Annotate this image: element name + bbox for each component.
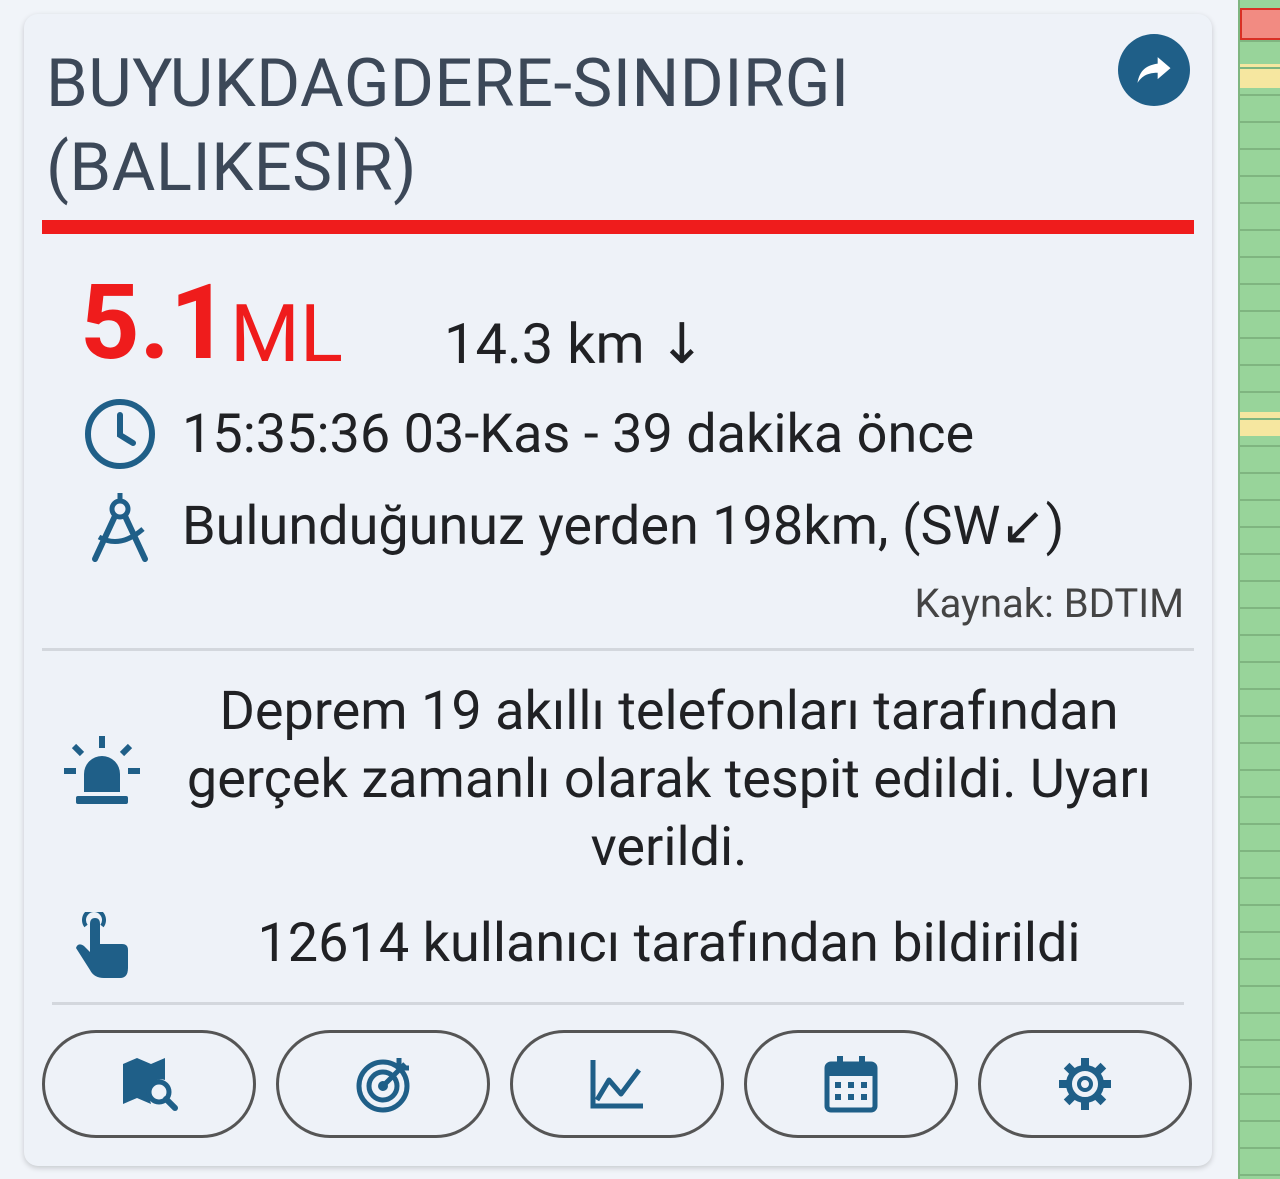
settings-button[interactable]	[978, 1030, 1192, 1138]
scroll-separator	[1240, 202, 1280, 204]
share-arrow-icon	[1137, 57, 1171, 83]
compass-icon	[82, 488, 158, 564]
scroll-separator	[1240, 229, 1280, 231]
siren-icon	[62, 732, 142, 812]
scroll-separator	[1240, 661, 1280, 663]
scroll-separator	[1240, 850, 1280, 852]
scroll-separator	[1240, 1093, 1280, 1095]
event-title: BUYUKDAGDERE-SINDIRGI (BALIKESIR)	[46, 45, 850, 207]
scroll-separator	[1240, 40, 1280, 42]
scroll-separator	[1240, 904, 1280, 906]
target-button[interactable]	[276, 1030, 490, 1138]
earthquake-card: BUYUKDAGDERE-SINDIRGI (BALIKESIR) 5.1 ML…	[24, 14, 1212, 1166]
scroll-separator	[1240, 175, 1280, 177]
scroll-separator	[1240, 1012, 1280, 1014]
scroll-separator	[1240, 418, 1280, 420]
scroll-separator	[1240, 391, 1280, 393]
scroll-separator	[1240, 634, 1280, 636]
scroll-separator	[1240, 823, 1280, 825]
scroll-separator	[1240, 1147, 1280, 1149]
scroll-separator	[1240, 715, 1280, 717]
magnitude-color-bar	[42, 220, 1194, 234]
scroll-separator	[1240, 148, 1280, 150]
distance-row: Bulunduğunuz yerden 198km, (SW↙)	[82, 486, 1064, 566]
target-icon	[356, 1058, 410, 1113]
scroll-separator	[1240, 877, 1280, 879]
scroll-separator	[1240, 310, 1280, 312]
share-button[interactable]	[1118, 34, 1190, 106]
scroll-separator	[1240, 688, 1280, 690]
calendar-icon	[824, 1056, 878, 1113]
detection-message: Deprem 19 akıllı telefonları tarafından …	[186, 680, 1152, 879]
scroll-separator	[1240, 958, 1280, 960]
scroll-separator	[1240, 985, 1280, 987]
chart-line-icon	[590, 1060, 643, 1109]
scroll-separator	[1240, 931, 1280, 933]
magnitude-value: 5.1	[80, 263, 230, 384]
action-bar	[42, 1030, 1194, 1142]
scroll-separator	[1240, 742, 1280, 744]
time-row: 15:35:36 03-Kas - 39 dakika önce	[82, 394, 974, 474]
scroll-separator	[1240, 796, 1280, 798]
scroll-separator	[1240, 1039, 1280, 1041]
timeline-scrollbar[interactable]	[1238, 0, 1280, 1179]
scroll-separator	[1240, 256, 1280, 258]
scroll-separator	[1240, 121, 1280, 123]
scroll-separator	[1240, 337, 1280, 339]
scroll-separator	[1240, 1174, 1280, 1176]
scroll-separator	[1240, 94, 1280, 96]
clock-icon	[82, 396, 158, 472]
scroll-marker-current	[1240, 8, 1280, 40]
scroll-separator	[1240, 553, 1280, 555]
source-label: Kaynak: BDTIM	[914, 580, 1184, 627]
gear-icon	[1059, 1058, 1111, 1110]
scroll-separator	[1240, 1066, 1280, 1068]
scroll-separator	[1240, 472, 1280, 474]
event-distance: Bulunduğunuz yerden 198km, (SW↙)	[182, 495, 1065, 558]
scroll-marker-medium	[1240, 412, 1280, 436]
event-time: 15:35:36 03-Kas - 39 dakika önce	[182, 402, 975, 466]
depth-value: 14.3 km ↓	[444, 311, 706, 377]
scroll-separator	[1240, 607, 1280, 609]
scroll-separator	[1240, 1120, 1280, 1122]
map-search-icon	[123, 1058, 178, 1111]
scroll-separator	[1240, 67, 1280, 69]
scroll-separator	[1240, 283, 1280, 285]
map-button[interactable]	[42, 1030, 256, 1138]
scroll-separator	[1240, 526, 1280, 528]
scroll-separator	[1240, 364, 1280, 366]
touch-icon	[72, 908, 136, 984]
scroll-separator	[1240, 580, 1280, 582]
divider	[52, 1002, 1184, 1005]
calendar-button[interactable]	[744, 1030, 958, 1138]
chart-button[interactable]	[510, 1030, 724, 1138]
scroll-separator	[1240, 769, 1280, 771]
scroll-separator	[1240, 499, 1280, 501]
report-count: 12614 kullanıcı tarafından bildirildi	[257, 912, 1081, 975]
divider	[42, 648, 1194, 651]
scroll-separator	[1240, 445, 1280, 447]
magnitude-unit: ML	[230, 287, 343, 381]
